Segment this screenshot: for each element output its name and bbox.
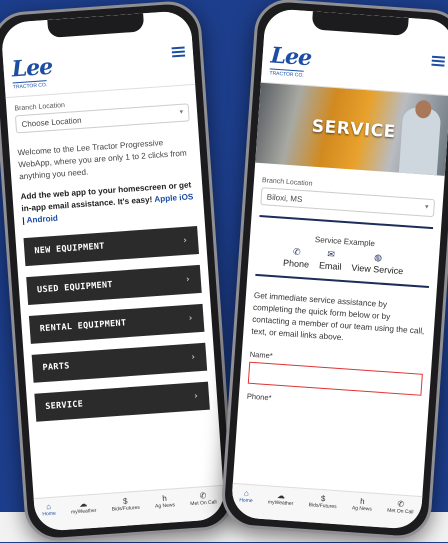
menu-label: USED EQUIPMENT (36, 280, 114, 296)
dollar-icon: $ (122, 496, 128, 506)
service-button[interactable]: SERVICE › (34, 381, 210, 422)
tab-bids-futures[interactable]: $ Bids/Futures (111, 496, 140, 513)
chevron-right-icon: › (187, 313, 194, 324)
chevron-down-icon: ▾ (424, 203, 429, 211)
contact-label: Phone (282, 257, 310, 270)
email-button[interactable]: ✉ Email (319, 248, 343, 272)
contact-actions: ✆ Phone ✉ Email ◍ View Service (255, 243, 432, 289)
branch-select-value: Biloxi, MS (266, 192, 303, 204)
contact-label: View Service (351, 262, 404, 277)
hamburger-menu-icon[interactable] (171, 46, 186, 58)
tab-home[interactable]: ⌂ Home (239, 488, 253, 505)
chevron-right-icon: › (182, 235, 189, 247)
right-phone: Lee TRACTOR CO. SERVICE Branch Location … (219, 0, 448, 541)
menu-label: NEW EQUIPMENT (34, 241, 106, 257)
logo-subtitle: TRACTOR CO. (12, 80, 48, 91)
link-separator: | (21, 216, 25, 226)
chevron-right-icon: › (190, 352, 197, 363)
contact-label: Email (318, 260, 342, 272)
logo-subtitle: TRACTOR CO. (269, 68, 305, 79)
globe-icon: ◍ (373, 252, 383, 263)
tab-ag-news[interactable]: h Ag News (154, 493, 176, 510)
parts-button[interactable]: PARTS › (31, 342, 208, 383)
news-icon: h (359, 496, 365, 507)
add-app-text: Add the web app to your homescreen or ge… (20, 179, 196, 227)
menu-label: PARTS (42, 361, 70, 374)
lee-logo[interactable]: Lee (270, 42, 312, 71)
home-icon: ⌂ (243, 488, 250, 498)
tab-ag-news[interactable]: h Ag News (351, 496, 373, 513)
tab-met-on-call[interactable]: ✆ Met On Call (190, 490, 217, 507)
service-description: Get immediate service assistance by comp… (251, 290, 425, 343)
right-screen: Lee TRACTOR CO. SERVICE Branch Location … (230, 7, 448, 531)
tab-met-on-call[interactable]: ✆ Met On Call (386, 499, 414, 516)
bottom-tab-bar: ⌂ Home ☁ myWeather $ Bids/Futures h Ag News … (230, 482, 423, 531)
service-content: Branch Location Biloxi, MS ▾ Service Exa… (239, 163, 445, 414)
menu-label: RENTAL EQUIPMENT (39, 318, 127, 335)
menu-label: SERVICE (44, 399, 84, 413)
divider (259, 215, 434, 230)
chevron-down-icon: ▾ (179, 108, 184, 116)
tab-label: Home (239, 497, 253, 505)
tab-label: Met On Call (190, 499, 217, 508)
left-phone: Lee TRACTOR CO. Branch Location Choose L… (0, 0, 237, 543)
tab-label: Ag News (154, 502, 176, 510)
phone-button[interactable]: ✆ Phone (282, 246, 311, 270)
new-equipment-button[interactable]: NEW EQUIPMENT › (23, 226, 200, 267)
tab-label: Met On Call (386, 507, 414, 516)
email-icon: ✉ (326, 248, 336, 260)
call-icon: ✆ (397, 499, 405, 509)
android-link[interactable]: Android (26, 214, 58, 225)
tab-label: Home (42, 510, 56, 518)
tab-label: myWeather (267, 499, 294, 508)
hero-title: SERVICE (311, 116, 397, 143)
news-icon: h (162, 493, 168, 504)
chevron-right-icon: › (192, 391, 200, 402)
tab-myweather[interactable]: ☁ myWeather (268, 490, 294, 507)
tab-label: Ag News (351, 505, 373, 513)
left-screen: Lee TRACTOR CO. Branch Location Choose L… (0, 9, 226, 533)
lee-logo[interactable]: Lee (11, 54, 53, 83)
bottom-tab-bar: ⌂ Home ☁ myWeather $ Bids/Futures h Ag News … (33, 484, 226, 533)
rental-equipment-button[interactable]: RENTAL EQUIPMENT › (28, 303, 205, 344)
dollar-icon: $ (320, 494, 326, 504)
tab-myweather[interactable]: ☁ myWeather (70, 499, 97, 516)
view-service-button[interactable]: ◍ View Service (351, 251, 404, 277)
apple-ios-link[interactable]: Apple iOS (154, 192, 194, 204)
used-equipment-button[interactable]: USED EQUIPMENT › (26, 264, 202, 306)
chevron-right-icon: › (184, 274, 192, 285)
home-content: Branch Location Choose Location ▾ Welcom… (6, 85, 218, 422)
branch-select-value: Choose Location (21, 115, 82, 130)
tab-home[interactable]: ⌂ Home (42, 502, 56, 518)
tab-label: Bids/Futures (308, 502, 337, 511)
home-icon: ⌂ (45, 501, 52, 512)
phone-icon: ✆ (292, 246, 302, 257)
tab-label: Bids/Futures (111, 504, 141, 513)
phone-label: Phone* (246, 391, 272, 403)
tab-label: myWeather (70, 507, 97, 516)
welcome-text: Welcome to the Lee Tractor Progressive W… (17, 138, 187, 182)
tab-bids-futures[interactable]: $ Bids/Futures (308, 493, 337, 510)
service-hero-image: SERVICE (255, 82, 448, 176)
hamburger-menu-icon[interactable] (431, 55, 446, 67)
